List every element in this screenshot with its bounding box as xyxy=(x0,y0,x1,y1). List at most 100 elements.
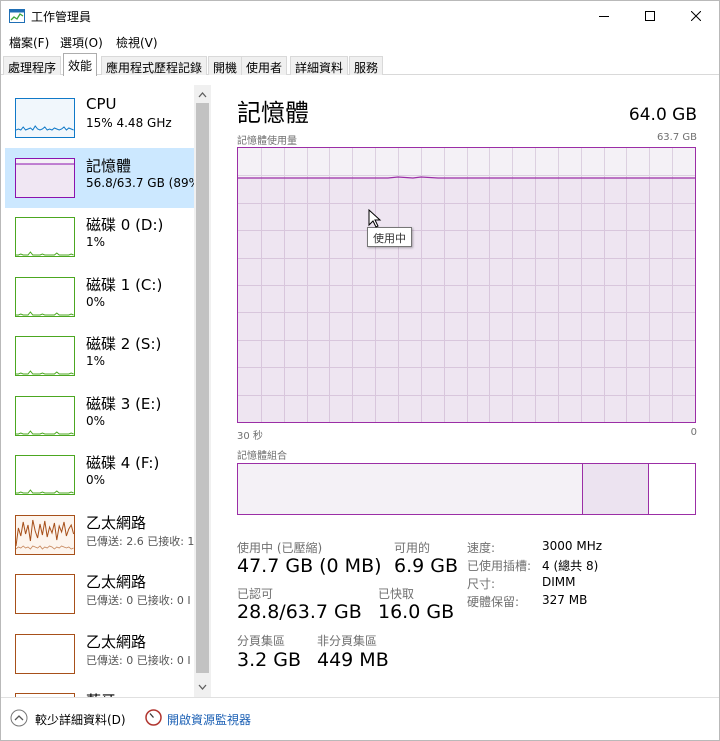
cached-value: 16.0 GB xyxy=(378,601,455,623)
sidebar-scroll-thumb[interactable] xyxy=(196,103,209,673)
usage-area xyxy=(238,178,695,422)
speed-value: 3000 MHz xyxy=(542,539,603,553)
menu-bar: 檔案(F) 選項(O) 檢視(V) xyxy=(1,31,719,51)
sidebar-item-disk-5[interactable]: 磁碟 3 (E:) 0% xyxy=(5,386,194,446)
memory-usage-graph[interactable] xyxy=(237,147,696,423)
close-button[interactable] xyxy=(673,1,719,31)
composition-in-use xyxy=(238,464,583,514)
in-use-label: 使用中 (已壓縮) xyxy=(237,541,323,555)
minimize-button[interactable] xyxy=(581,1,627,31)
tab-users[interactable]: 使用者 xyxy=(241,56,288,75)
available-value: 6.9 GB xyxy=(394,555,459,577)
composition-label: 記憶體組合 xyxy=(237,451,287,462)
tab-startup[interactable]: 開機 xyxy=(208,56,243,75)
form-factor-label: 尺寸: xyxy=(467,577,496,591)
menu-view[interactable]: 檢視(V) xyxy=(116,34,158,51)
sidebar-thumbnail-graph xyxy=(15,395,75,436)
sidebar-item-disk-6[interactable]: 磁碟 4 (F:) 0% xyxy=(5,445,194,505)
memory-detail-panel: 記憶體 64.0 GB 記憶體使用量 63.7 GB 30 秒 0 記憶體組合 … xyxy=(213,85,719,697)
sidebar-item-detail: 15% 4.48 GHz xyxy=(86,116,172,130)
menu-options[interactable]: 選項(O) xyxy=(60,34,103,51)
minimize-icon xyxy=(599,16,609,17)
available-label: 可用的 xyxy=(394,541,431,555)
thumbnail-line-secondary xyxy=(16,544,74,550)
page-title: 記憶體 xyxy=(237,99,309,127)
sidebar-item-name: 乙太網路 xyxy=(86,632,147,651)
sidebar-item-net-busy-7[interactable]: 乙太網路 已傳送: 2.6 已接收: 1 xyxy=(5,505,194,565)
title-bar[interactable]: 工作管理員 xyxy=(1,1,719,31)
sidebar-item-net-9[interactable]: 乙太網路已傳送: 0 已接收: 0 I xyxy=(5,624,194,684)
tab-app-history[interactable]: 應用程式歷程記錄 xyxy=(101,56,208,75)
tab-strip: 處理程序 效能 應用程式歷程記錄 開機 使用者 詳細資料 服務 xyxy=(1,53,719,76)
tab-processes[interactable]: 處理程序 xyxy=(3,56,62,75)
sidebar-item-memory-1[interactable]: 記憶體 56.8/63.7 GB (89%) xyxy=(5,147,205,208)
maximize-button[interactable] xyxy=(627,1,673,31)
sidebar-item-disk-4[interactable]: 磁碟 2 (S:) 1% xyxy=(5,326,194,386)
scroll-down-icon[interactable] xyxy=(194,679,211,695)
sidebar-item-disk-2[interactable]: 磁碟 0 (D:) 1% xyxy=(5,207,194,267)
sidebar-item-name: 磁碟 2 (S:) xyxy=(86,335,162,353)
scroll-up-icon[interactable] xyxy=(194,87,211,103)
window-title: 工作管理員 xyxy=(31,10,92,24)
sidebar-item-detail: 已傳送: 0 已接收: 0 I xyxy=(86,653,191,667)
sidebar-item-net-8[interactable]: 乙太網路已傳送: 0 已接收: 0 I xyxy=(5,564,194,624)
tab-details[interactable]: 詳細資料 xyxy=(290,56,349,75)
speed-label: 速度: xyxy=(467,541,496,555)
sidebar-item-name: 磁碟 4 (F:) xyxy=(86,454,160,472)
sidebar-thumbnail-graph xyxy=(15,574,75,614)
sidebar-item-detail: 0% xyxy=(86,413,106,428)
committed-value: 28.8/63.7 GB xyxy=(237,601,362,623)
sidebar-thumbnail-graph xyxy=(15,633,75,674)
sidebar-item-name: CPU xyxy=(86,95,117,113)
open-resource-monitor-link[interactable]: 開啟資源監視器 xyxy=(167,711,251,728)
form-factor-value: DIMM xyxy=(542,575,576,589)
tab-services[interactable]: 服務 xyxy=(349,56,384,75)
task-manager-icon xyxy=(9,9,25,23)
resource-sidebar: CPU 15% 4.48 GHz 記憶體 56.8/63.7 GB (89%) 磁碟 0… xyxy=(1,85,213,697)
sidebar-item-name: 乙太網路 xyxy=(86,573,147,591)
sidebar-scrollbar[interactable] xyxy=(194,85,211,697)
sidebar-item-detail: 1% xyxy=(86,354,106,368)
thumbnail-chart xyxy=(16,489,74,494)
sidebar-thumbnail-graph xyxy=(15,514,75,555)
thumbnail-chart xyxy=(16,429,74,434)
menu-file[interactable]: 檔案(F) xyxy=(9,34,49,51)
thumbnail-chart xyxy=(16,519,74,550)
hardware-reserved-value: 327 MB xyxy=(542,593,588,607)
thumbnail-line xyxy=(16,310,74,315)
sidebar-item-detail: 已傳送: 0 已接收: 0 I xyxy=(86,594,191,607)
slots-label: 已使用插槽: xyxy=(467,559,532,573)
sidebar-thumbnail-graph xyxy=(15,455,75,495)
thumbnail-line xyxy=(16,251,74,256)
resource-monitor-icon xyxy=(145,709,162,726)
sidebar-item-net-10[interactable]: 藍牙 xyxy=(5,683,194,697)
sidebar-item-name: 磁碟 0 (D:) xyxy=(86,216,164,234)
sidebar-item-detail: 56.8/63.7 GB (89%) xyxy=(86,175,205,190)
thumbnail-chart xyxy=(16,163,74,197)
memory-composition-bar[interactable] xyxy=(237,463,696,515)
thumbnail-line xyxy=(16,125,74,131)
collapse-up-icon[interactable] xyxy=(10,709,28,727)
sidebar-thumbnail-graph xyxy=(15,276,75,317)
sidebar-thumbnail-graph xyxy=(15,217,75,257)
nonpaged-pool-label: 非分頁集區 xyxy=(317,634,378,648)
sidebar-item-disk-3[interactable]: 磁碟 1 (C:) 0% xyxy=(5,267,194,327)
task-manager-window: 工作管理員 檔案(F) 選項(O) 檢視(V) 處理程序 效能 應用程式歷程記錄… xyxy=(0,0,720,741)
fewer-details-link[interactable]: 較少詳細資料(D) xyxy=(35,711,126,728)
thumbnail-line xyxy=(16,429,74,434)
tab-performance[interactable]: 效能 xyxy=(63,53,98,76)
usage-graph-svg xyxy=(238,148,695,422)
composition-standby xyxy=(583,464,649,514)
sidebar-item-detail: 已傳送: 2.6 已接收: 1 xyxy=(86,534,195,548)
close-icon xyxy=(691,11,701,21)
slots-value: 4 (總共 8) xyxy=(542,559,599,573)
sidebar-item-detail: 0% xyxy=(86,294,106,309)
sidebar-thumbnail-graph xyxy=(15,157,75,198)
thumbnail-fill xyxy=(16,163,74,197)
sidebar-thumbnail-graph xyxy=(15,98,75,138)
usage-graph-label: 記憶體使用量 xyxy=(237,136,297,147)
thumbnail-chart xyxy=(16,310,74,315)
sidebar-item-cpu-0[interactable]: CPU 15% 4.48 GHz xyxy=(5,88,194,148)
thumbnail-chart xyxy=(16,370,74,375)
sidebar-item-name: 磁碟 3 (E:) xyxy=(86,394,162,413)
